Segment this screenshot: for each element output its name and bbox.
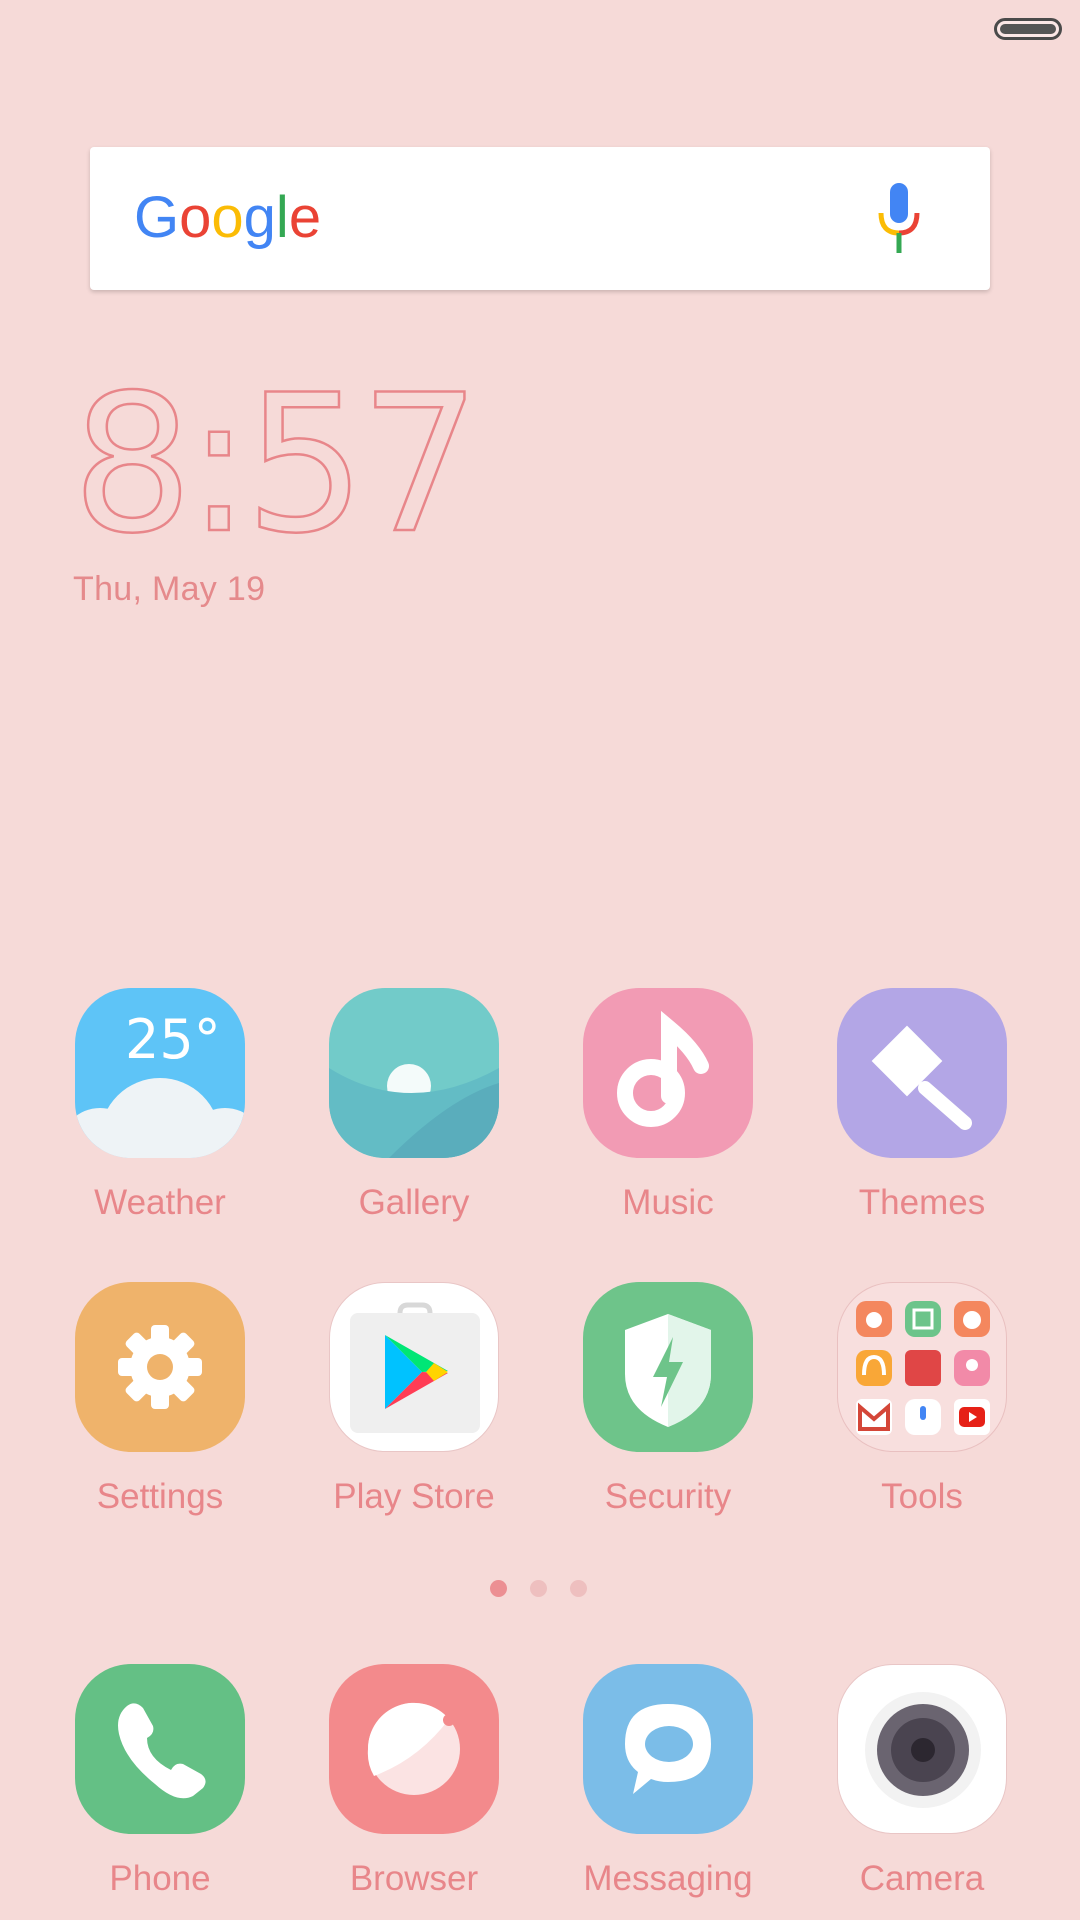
app-camera[interactable]: Camera — [812, 1664, 1012, 1914]
google-logo: Google — [134, 185, 321, 250]
app-play-store[interactable]: Play Store — [304, 1282, 504, 1532]
app-label: Settings — [96, 1477, 224, 1516]
app-label: Tools — [881, 1477, 963, 1516]
app-settings[interactable]: Settings — [50, 1282, 250, 1532]
app-gallery[interactable]: Gallery — [304, 988, 504, 1238]
app-weather[interactable]: 25° Weather — [50, 988, 250, 1238]
app-music[interactable]: Music — [558, 988, 758, 1238]
app-phone[interactable]: Phone — [50, 1664, 250, 1914]
app-label: Themes — [858, 1183, 986, 1222]
gallery-icon — [329, 988, 499, 1158]
play-store-icon — [329, 1282, 499, 1452]
app-label: Messaging — [583, 1859, 753, 1898]
svg-text:Google: Google — [134, 185, 321, 250]
page-dot[interactable] — [570, 1580, 587, 1597]
app-label: Browser — [349, 1859, 479, 1898]
folder-tools[interactable]: Tools — [812, 1282, 1012, 1532]
clock-widget[interactable]: 8:57 — [72, 375, 672, 550]
page-dot[interactable] — [530, 1580, 547, 1597]
battery-icon — [994, 18, 1062, 40]
phone-icon — [75, 1664, 245, 1834]
app-label: Gallery — [358, 1183, 470, 1222]
app-label: Music — [622, 1183, 714, 1222]
app-label: Phone — [109, 1859, 211, 1898]
camera-icon — [837, 1664, 1007, 1834]
clock-time: 8:57 — [72, 375, 475, 550]
app-messaging[interactable]: Messaging — [558, 1664, 758, 1914]
app-label: Security — [604, 1477, 732, 1516]
page-dot-active[interactable] — [490, 1580, 507, 1597]
app-browser[interactable]: Browser — [304, 1664, 504, 1914]
clock-date: Thu, May 19 — [73, 570, 266, 608]
weather-temperature: 25° — [125, 1008, 221, 1071]
app-label: Play Store — [333, 1477, 495, 1516]
weather-icon: 25° — [75, 988, 245, 1158]
page-indicator — [490, 1580, 590, 1600]
google-search-bar[interactable]: Google — [90, 147, 990, 290]
browser-icon — [329, 1664, 499, 1834]
app-themes[interactable]: Themes — [812, 988, 1012, 1238]
themes-icon — [837, 988, 1007, 1158]
app-label: Weather — [94, 1183, 226, 1222]
microphone-icon[interactable] — [876, 183, 922, 255]
music-icon — [583, 988, 753, 1158]
settings-icon — [75, 1282, 245, 1452]
messaging-icon — [583, 1664, 753, 1834]
app-label: Camera — [859, 1859, 985, 1898]
app-security[interactable]: Security — [558, 1282, 758, 1532]
security-icon — [583, 1282, 753, 1452]
tools-folder-icon — [837, 1282, 1007, 1452]
